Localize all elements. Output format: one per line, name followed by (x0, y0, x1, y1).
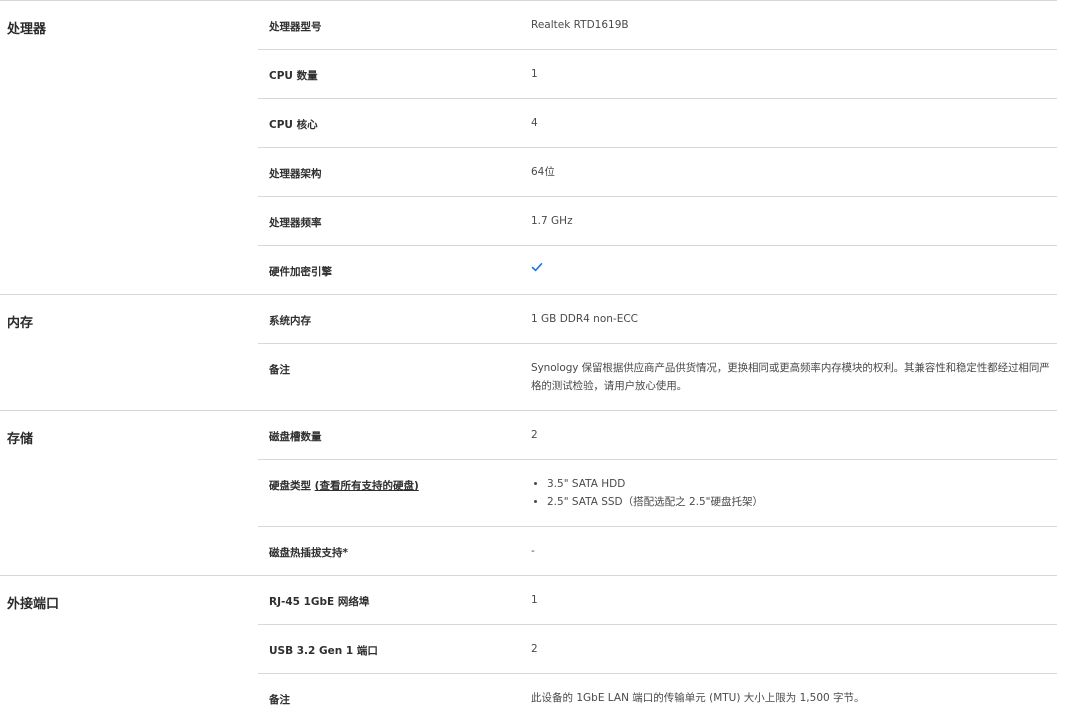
spec-value: 4 (531, 117, 538, 129)
spec-row: 处理器架构 64位 (258, 147, 1057, 196)
spec-row: 备注 Synology 保留根据供应商产品供货情况，更换相同或更高频率内存模块的… (258, 343, 1057, 410)
section-title: 内存 (7, 316, 34, 331)
section-rows: 磁盘槽数量 2 硬盘类型 (查看所有支持的硬盘) 3.5" SATA HDD 2… (258, 411, 1057, 575)
spec-label: 处理器型号 (269, 21, 322, 33)
spec-row: 磁盘热插拔支持* - (258, 526, 1057, 575)
spec-value: Realtek RTD1619B (531, 19, 629, 31)
section-external-ports: 外接端口 RJ-45 1GbE 网络埠 1 USB 3.2 Gen 1 端口 2… (0, 575, 1057, 722)
spec-value: 2 (531, 429, 538, 441)
spec-value: 此设备的 1GbE LAN 端口的传输单元 (MTU) 大小上限为 1,500 … (531, 692, 865, 704)
spec-value: 3.5" SATA HDD 2.5" SATA SSD（搭配选配之 2.5"硬盘… (531, 475, 1057, 511)
spec-value: Synology 保留根据供应商产品供货情况，更换相同或更高频率内存模块的权利。… (531, 362, 1050, 392)
section-rows: RJ-45 1GbE 网络埠 1 USB 3.2 Gen 1 端口 2 备注 此… (258, 576, 1057, 722)
spec-label: USB 3.2 Gen 1 端口 (269, 645, 378, 657)
section-rows: 处理器型号 Realtek RTD1619B CPU 数量 1 CPU 核心 4… (258, 1, 1057, 294)
list-item: 2.5" SATA SSD（搭配选配之 2.5"硬盘托架） (547, 493, 1057, 511)
spec-row: 磁盘槽数量 2 (258, 411, 1057, 459)
spec-value: 1 GB DDR4 non-ECC (531, 313, 638, 325)
spec-row: 处理器型号 Realtek RTD1619B (258, 1, 1057, 49)
spec-label: RJ-45 1GbE 网络埠 (269, 596, 370, 608)
spec-label: CPU 核心 (269, 119, 318, 131)
spec-label: 磁盘槽数量 (269, 431, 322, 443)
spec-label-text: 硬盘类型 (269, 480, 311, 492)
spec-label: 硬件加密引擎 (269, 266, 332, 278)
section-storage: 存储 磁盘槽数量 2 硬盘类型 (查看所有支持的硬盘) 3.5" SATA HD… (0, 410, 1057, 575)
spec-label: 系统内存 (269, 315, 311, 327)
spec-row: CPU 数量 1 (258, 49, 1057, 98)
spec-value: 2 (531, 643, 538, 655)
spec-table: 处理器 处理器型号 Realtek RTD1619B CPU 数量 1 CPU … (0, 0, 1057, 722)
spec-row: USB 3.2 Gen 1 端口 2 (258, 624, 1057, 673)
spec-value: 1 (531, 68, 538, 80)
spec-label: 备注 (269, 694, 290, 706)
list-item: 3.5" SATA HDD (547, 475, 1057, 493)
section-title: 存储 (7, 432, 34, 447)
section-memory: 内存 系统内存 1 GB DDR4 non-ECC 备注 Synology 保留… (0, 294, 1057, 410)
spec-row: 处理器频率 1.7 GHz (258, 196, 1057, 245)
spec-label: CPU 数量 (269, 70, 318, 82)
spec-row: 系统内存 1 GB DDR4 non-ECC (258, 295, 1057, 343)
spec-label: 处理器频率 (269, 217, 322, 229)
spec-value: 1.7 GHz (531, 215, 573, 227)
spec-row: CPU 核心 4 (258, 98, 1057, 147)
spec-value: 64位 (531, 166, 555, 178)
spec-label: 磁盘热插拔支持* (269, 547, 348, 559)
spec-value: 1 (531, 594, 538, 606)
section-title: 处理器 (7, 22, 47, 37)
supported-drives-link[interactable]: (查看所有支持的硬盘) (315, 480, 419, 492)
spec-value (531, 261, 1057, 279)
spec-label: 处理器架构 (269, 168, 322, 180)
section-processor: 处理器 处理器型号 Realtek RTD1619B CPU 数量 1 CPU … (0, 0, 1057, 294)
spec-row: RJ-45 1GbE 网络埠 1 (258, 576, 1057, 624)
spec-row: 备注 此设备的 1GbE LAN 端口的传输单元 (MTU) 大小上限为 1,5… (258, 673, 1057, 722)
spec-value: - (531, 545, 535, 557)
spec-label: 备注 (269, 364, 290, 376)
spec-label: 硬盘类型 (查看所有支持的硬盘) (269, 478, 419, 493)
section-rows: 系统内存 1 GB DDR4 non-ECC 备注 Synology 保留根据供… (258, 295, 1057, 410)
drive-type-list: 3.5" SATA HDD 2.5" SATA SSD（搭配选配之 2.5"硬盘… (531, 475, 1057, 511)
section-title: 外接端口 (7, 597, 60, 612)
spec-row: 硬件加密引擎 (258, 245, 1057, 294)
spec-row: 硬盘类型 (查看所有支持的硬盘) 3.5" SATA HDD 2.5" SATA… (258, 459, 1057, 526)
checkmark-icon (531, 263, 543, 272)
